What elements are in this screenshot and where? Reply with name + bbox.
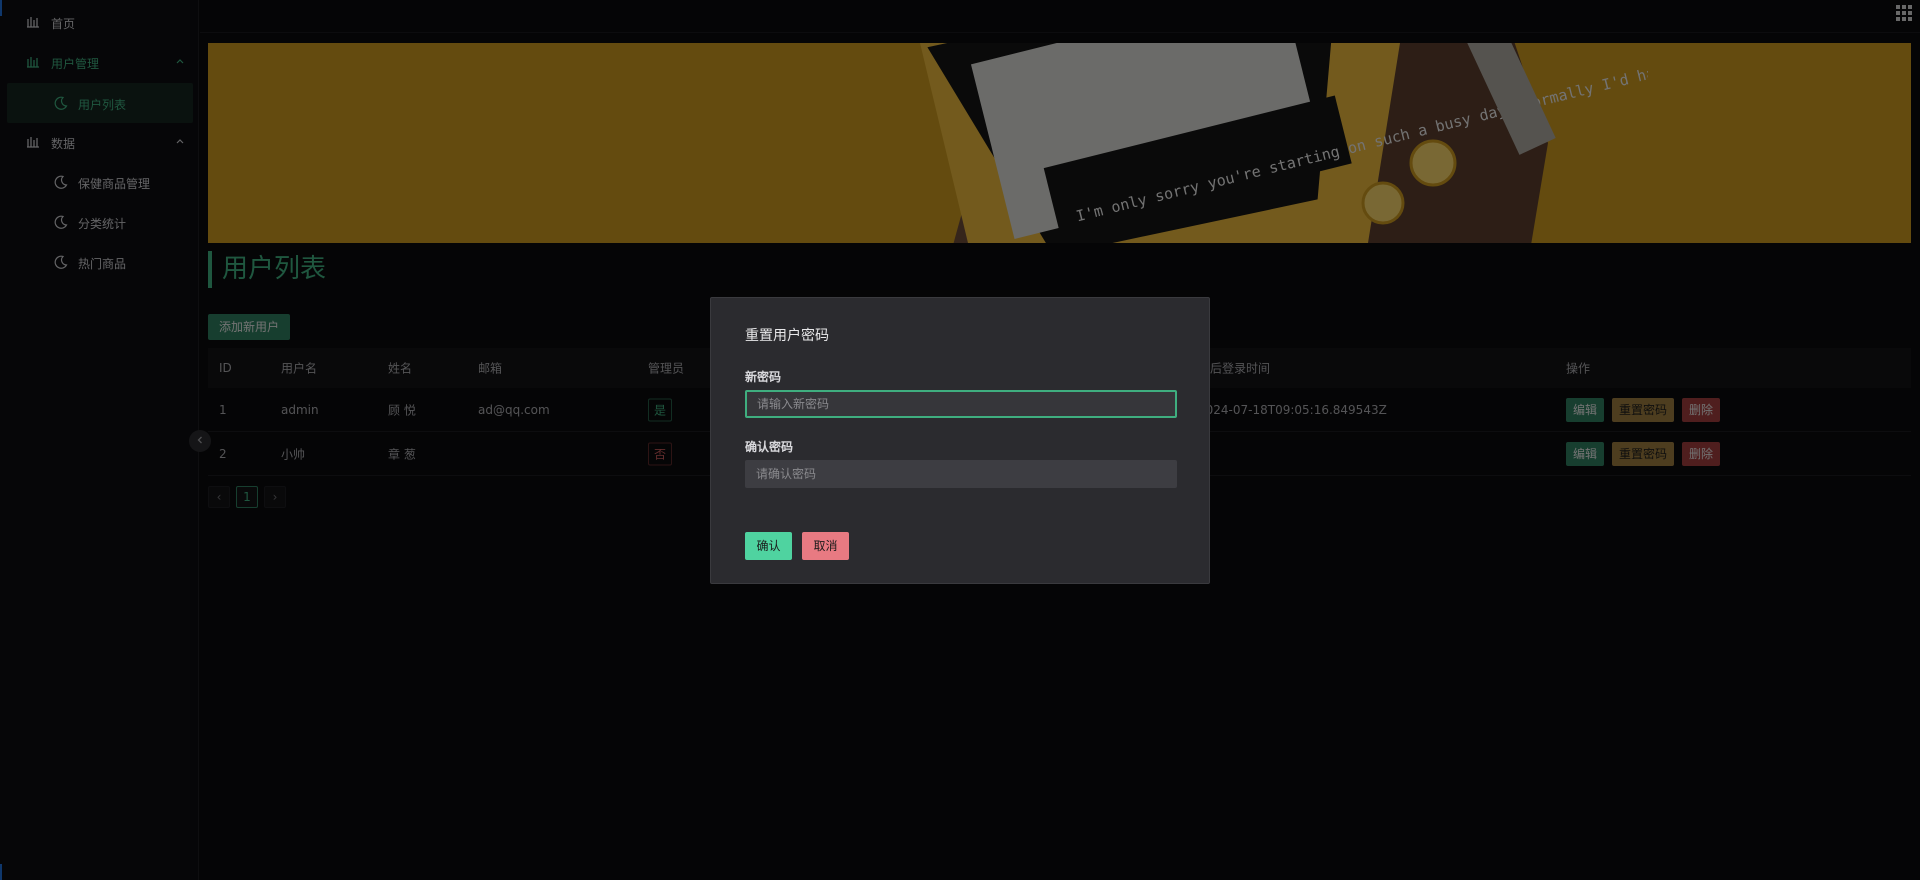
confirm-password-label: 确认密码	[745, 440, 794, 454]
new-password-label: 新密码	[745, 370, 782, 384]
confirm-password-input[interactable]	[745, 460, 1177, 488]
reset-password-dialog: 重置用户密码 新密码 确认密码 确认 取消	[710, 297, 1210, 584]
confirm-button[interactable]: 确认	[745, 532, 792, 560]
new-password-input[interactable]	[745, 390, 1177, 418]
cancel-button[interactable]: 取消	[802, 532, 849, 560]
dialog-title: 重置用户密码	[745, 328, 829, 344]
